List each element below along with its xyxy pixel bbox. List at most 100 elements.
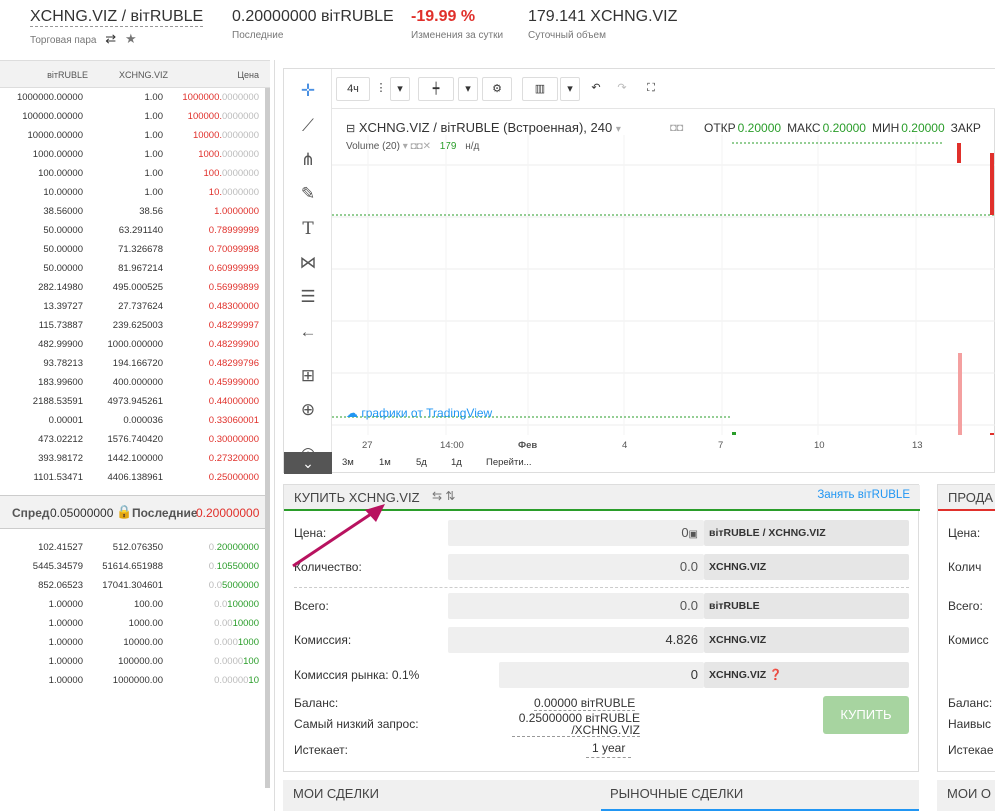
bid-row[interactable]: 1.00000 1000000.00 0.0000010: [0, 671, 265, 690]
ask-row[interactable]: 282.14980 495.000525 0.56999899: [0, 278, 265, 297]
ask-row[interactable]: 10000.00000 1.00 10000.0000000: [0, 126, 265, 145]
row-price: 0.30000000: [209, 434, 259, 445]
ohlc-value: 0.20000: [737, 121, 782, 135]
order-book-scrollbar[interactable]: [265, 88, 270, 788]
row-base-amount: 183.99600: [38, 377, 83, 388]
redo-icon[interactable]: ↷: [610, 77, 634, 101]
row-base-amount: 1.00000: [48, 599, 83, 610]
eye-icon[interactable]: ◘◘: [670, 122, 683, 134]
pair-title[interactable]: XCHNG.VIZ / вітRUBLE: [30, 8, 204, 27]
ask-row[interactable]: 1000000.00000 1.00 1000000.0000000: [0, 88, 265, 107]
candles-icon[interactable]: ┿: [418, 77, 454, 101]
total-input[interactable]: 0.0: [448, 593, 704, 619]
row-base-amount: 5445.34579: [32, 561, 83, 572]
ask-row[interactable]: 50.00000 71.326678 0.70099998: [0, 240, 265, 259]
row-base-amount: 1.00000: [48, 675, 83, 686]
fib-icon[interactable]: ☰: [296, 285, 320, 309]
balance-value[interactable]: 0.00000 вітRUBLE: [534, 696, 636, 711]
star-icon[interactable]: ★: [125, 31, 137, 46]
ask-row[interactable]: 50.00000 81.967214 0.60999999: [0, 259, 265, 278]
settings-gear-icon[interactable]: ⚙: [482, 77, 512, 101]
shuffle-icon[interactable]: ⇄: [105, 31, 116, 46]
collapse-toolbar-button[interactable]: ⌄: [284, 452, 332, 474]
row-base-amount: 50.00000: [43, 225, 83, 236]
measure-icon[interactable]: ⊞: [296, 364, 320, 388]
tab-my-orders[interactable]: МОИ О: [937, 780, 995, 811]
ask-row[interactable]: 93.78213 194.166720 0.48299796: [0, 354, 265, 373]
row-price-main: 0.000: [214, 637, 238, 648]
buy-button[interactable]: КУПИТЬ: [823, 696, 909, 734]
crosshair-icon[interactable]: ✛: [296, 79, 320, 103]
row-base-amount: 282.14980: [38, 282, 83, 293]
back-arrow-icon[interactable]: ←: [296, 320, 320, 344]
indicators-icon[interactable]: ▥: [522, 77, 558, 101]
interval-button[interactable]: 4ч: [336, 77, 370, 101]
tab-market-trades[interactable]: РЫНОЧНЫЕ СДЕЛКИ: [601, 780, 919, 811]
ask-row[interactable]: 100.00000 1.00 100.0000000: [0, 164, 265, 183]
row-price-main: 10.: [208, 187, 223, 198]
ask-row[interactable]: 1000.00000 1.00 1000.0000000: [0, 145, 265, 164]
period-button[interactable]: Перейти...: [486, 457, 532, 468]
ask-row[interactable]: 482.99900 1000.000000 0.48299900: [0, 335, 265, 354]
amount-input[interactable]: 0.0: [448, 554, 704, 580]
text-tool-icon[interactable]: T: [296, 217, 320, 241]
fullscreen-icon[interactable]: ⛶: [638, 77, 664, 101]
period-button[interactable]: 3м: [342, 457, 354, 468]
ask-row[interactable]: 10.00000 1.00 10.0000000: [0, 183, 265, 202]
period-button[interactable]: 5д: [416, 457, 427, 468]
ask-row[interactable]: 38.56000 38.56 1.0000000: [0, 202, 265, 221]
collapse-legend-icon[interactable]: ⊟: [346, 123, 355, 135]
plot-area[interactable]: [332, 135, 995, 435]
change-label: Изменения за сутки: [411, 30, 504, 41]
more-icon[interactable]: ⋮: [372, 77, 390, 101]
bid-row[interactable]: 1.00000 10000.00 0.0001000: [0, 633, 265, 652]
price-input[interactable]: 0▣: [448, 520, 704, 546]
ask-row[interactable]: 183.99600 400.000000 0.45999000: [0, 373, 265, 392]
ask-row[interactable]: 13.39727 27.737624 0.48300000: [0, 297, 265, 316]
ask-row[interactable]: 2188.53591 4973.945261 0.44000000: [0, 392, 265, 411]
ask-row[interactable]: 115.73887 239.625003 0.48299997: [0, 316, 265, 335]
ask-row[interactable]: 393.98172 1442.100000 0.27320000: [0, 449, 265, 468]
ask-row[interactable]: 100000.00000 1.00 100000.0000000: [0, 107, 265, 126]
row-price-main: 0.48299900: [208, 339, 259, 350]
help-icon[interactable]: ❓: [769, 669, 782, 681]
expires-select[interactable]: 1 year: [586, 741, 632, 758]
borrow-link[interactable]: Занять вітRUBLE: [817, 489, 910, 501]
sell-amount-label: Колич: [948, 560, 982, 574]
row-base-amount: 100000.00000: [22, 111, 83, 122]
pattern-icon[interactable]: ⋈: [296, 251, 320, 275]
row-price-main: 10000.: [192, 130, 223, 141]
bid-row[interactable]: 852.06523 17041.304601 0.05000000: [0, 576, 265, 595]
brush-icon[interactable]: ✎: [296, 182, 320, 206]
ask-row[interactable]: 0.00001 0.000036 0.33060001: [0, 411, 265, 430]
period-button[interactable]: 1м: [379, 457, 391, 468]
bid-row[interactable]: 1.00000 100000.00 0.0000100: [0, 652, 265, 671]
sell-form: ПРОДА Цена: Колич Всего: Комисс Баланс: …: [937, 484, 995, 772]
ask-row[interactable]: 1101.53471 4406.138961 0.25000000: [0, 468, 265, 487]
bid-row[interactable]: 5445.34579 51614.651988 0.10550000: [0, 557, 265, 576]
row-price-tail: 0000000: [222, 149, 259, 160]
row-price: 0.60999999: [209, 263, 259, 274]
period-button[interactable]: 1д: [451, 457, 462, 468]
bid-row[interactable]: 1.00000 1000.00 0.0010000: [0, 614, 265, 633]
row-quote-amount: 1000000.00: [112, 675, 163, 686]
interval-dropdown-icon[interactable]: ▾: [390, 77, 410, 101]
tab-my-trades[interactable]: МОИ СДЕЛКИ: [283, 780, 601, 811]
bid-row[interactable]: 1.00000 100.00 0.0100000: [0, 595, 265, 614]
row-quote-amount: 1576.740420: [107, 434, 163, 445]
tradingview-watermark[interactable]: ☁ графики от TradingView: [346, 406, 492, 420]
swap-icon[interactable]: ⇆ ⇅: [432, 489, 455, 503]
trend-line-icon[interactable]: ⟋: [296, 114, 320, 138]
pitchfork-icon[interactable]: ⋔: [296, 148, 320, 172]
row-price-main: 0.70099998: [208, 244, 259, 255]
undo-icon[interactable]: ↶: [584, 77, 608, 101]
symbol-dropdown-icon[interactable]: ▾: [616, 124, 621, 135]
spread-bar: Спред 0.05000000 🔒 Последние 0.20000000: [0, 495, 270, 529]
chart-type-dropdown-icon[interactable]: ▾: [458, 77, 478, 101]
zoom-in-icon[interactable]: ⊕: [296, 398, 320, 422]
indicators-dropdown-icon[interactable]: ▾: [560, 77, 580, 101]
bid-row[interactable]: 102.41527 512.076350 0.20000000: [0, 538, 265, 557]
ask-row[interactable]: 50.00000 63.291140 0.78999999: [0, 221, 265, 240]
ask-row[interactable]: 473.02212 1576.740420 0.30000000: [0, 430, 265, 449]
lowest-ask-value[interactable]: 0.25000000 вітRUBLE /XCHNG.VIZ: [512, 712, 640, 737]
